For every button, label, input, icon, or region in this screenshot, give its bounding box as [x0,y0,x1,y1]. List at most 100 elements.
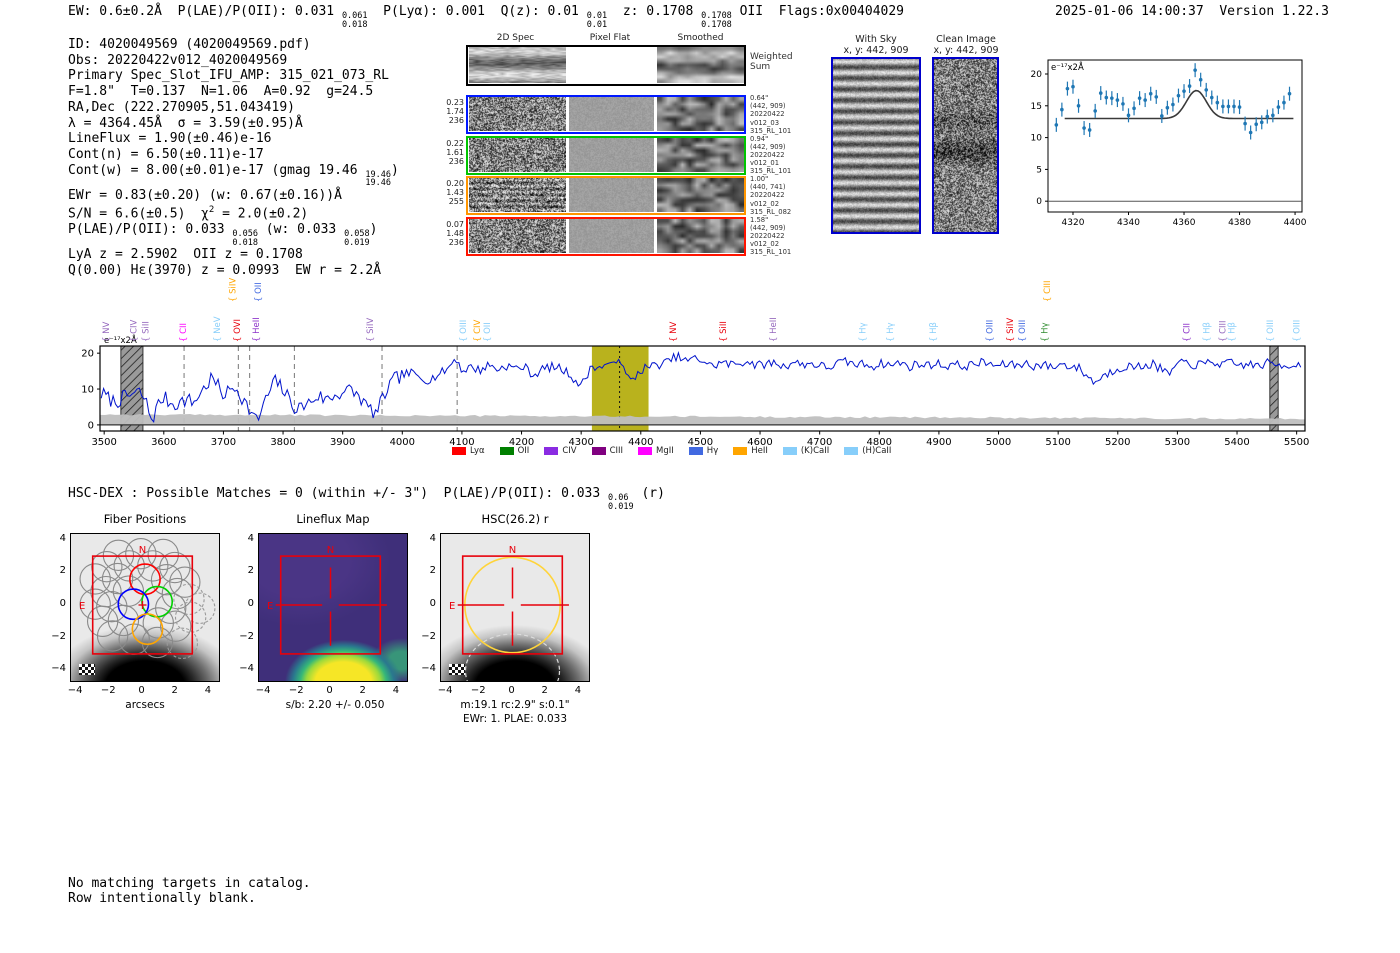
lineflux-xlabel: s/b: 2.20 +/- 0.050 [285,699,385,711]
map-overlay: NE [267,545,387,655]
x-tick-label: 3500 [91,437,116,448]
cutout-row [466,135,746,175]
data-point [1165,105,1170,110]
legend-label: (K)CaII [800,446,830,456]
checker-pixels [449,664,465,675]
data-point [1071,84,1075,89]
north-label: N [139,545,146,556]
fiber-circle [160,610,192,642]
stacked-fraction: 0.056 0.018 [232,229,258,248]
fiber-circle [141,626,174,659]
info-line: λ = 4364.45Å σ = 3.59(±0.95)Å [68,116,458,132]
emission-line-label: { CII [179,323,189,342]
flat-image [569,178,654,212]
info-line: Cont(w) = 8.00(±0.01)e-17 (gmag 19.46 19… [68,163,458,188]
x-tick-label: 4400 [1284,218,1307,228]
weighted-sum-label: Weighted Sum [750,52,793,72]
stacked-fraction: 0.01 0.01 [586,11,608,30]
y-tick-label: 0 [88,420,94,431]
data-point [1104,95,1109,100]
masked-region [1269,345,1279,432]
stacked-fraction: 0.058 0.019 [344,229,370,248]
emission-line-label: { SiII [141,321,151,342]
data-point [1160,114,1164,118]
data-point [1209,95,1214,100]
emission-line-label: { OIII [986,320,996,342]
data-point [1110,96,1114,100]
map-y-tick-label: 2 [247,565,254,577]
lineflux-map: NE [258,533,408,682]
cutout-row-left-label: 0.20 1.43 255 [446,179,464,206]
x-tick-label: 3600 [151,437,176,448]
emission-line-label: { CIII [1043,280,1053,302]
emission-line-label: { OIII [1018,320,1028,342]
emission-line-label: { CII [1182,323,1192,342]
data-point [1254,122,1258,127]
legend-swatch [782,447,797,455]
data-point [1060,107,1064,112]
emission-line-label: { OII [483,322,493,342]
fit-ylabel: e⁻¹⁷x2Å [1051,61,1084,73]
info-block: ID: 4020049569 (4020049569.pdf) Obs: 2022… [68,37,458,279]
text-segment: ) [391,162,399,178]
data-point [1154,95,1159,99]
info-line: EWr = 0.83(±0.20) (w: 0.67(±0.16))Å [68,188,458,204]
cutout-row-left-label: 0.07 1.48 236 [446,219,464,247]
cutout-row-right-label: 1.00" (440, 741) 20220422 v012_02 315_RL… [750,175,792,216]
clean-image [932,57,999,234]
data-point [1248,130,1253,135]
cutout-row-right-label: 1.58" (442, 909) 20220422 v012_02 315_RL… [750,215,792,257]
footer-note-1: No matching targets in catalog. [68,876,311,891]
info-line: Cont(n) = 6.50(±0.11)e-17 [68,147,458,163]
x-tick-label: 5400 [1224,437,1249,448]
info-line: ID: 4020049569 (4020049569.pdf) [68,37,458,53]
smooth-image [657,178,744,212]
text-segment: Primary Spec_Slot_IFU_AMP: 315_021_073_R… [68,68,389,84]
spec-image [469,137,566,172]
legend-swatch [688,447,703,455]
data-point [1132,106,1136,111]
info-line: S/N = 6.6(±0.5) χ2 = 2.0(±0.2) [68,203,458,222]
y-tick-label: 0 [1036,197,1042,207]
data-point [1171,102,1175,107]
east-label: E [79,601,85,612]
data-point [1148,91,1153,96]
hsc-image-panel: NE [440,533,590,682]
x-tick-label: 5500 [1284,437,1309,448]
data-point [1193,68,1197,72]
emission-line-label: { Hβ [1203,322,1213,342]
data-point [1093,109,1097,113]
y-tick-label: 5 [1036,165,1042,175]
x-tick-label: 3800 [270,437,295,448]
map-x-tick-label: −4 [437,685,453,696]
legend-label: MgII [656,446,674,456]
map-x-tick-label: 4 [204,685,212,696]
map-y-tick-label: −4 [421,663,436,675]
smooth-image [657,137,744,172]
x-tick-label: 5100 [1045,437,1070,448]
legend-item: HeII [733,446,768,456]
legend-label: (H)CaII [862,446,892,456]
hsc-panel-title: HSC(26.2) r [481,512,549,526]
text-segment: F=1.8" T=0.137 N=1.06 A=0.92 g=24.5 [68,84,374,100]
x-tick-label: 5200 [1105,437,1130,448]
legend-label: CIII [609,446,624,456]
map-x-tick-label: −2 [288,685,304,696]
cutout-row-left-label: 0.22 1.61 236 [446,138,464,166]
north-label: N [509,545,516,556]
emission-line-label: { HeII [769,317,779,342]
info-line: F=1.8" T=0.137 N=1.06 A=0.92 g=24.5 [68,84,458,100]
data-point [1098,91,1103,95]
fiber-xlabel: arcsecs [125,699,165,711]
text-segment: ID: 4020049569 (4020049569.pdf) [68,37,311,52]
legend-swatch [638,447,653,455]
text-segment: LineFlux = 1.90(±0.46)e-16 [68,131,272,147]
spec-image [469,178,566,212]
stacked-fraction: 0.1708 0.1708 [701,11,732,30]
data-point [1143,98,1147,102]
cutout-row-left-label: 0.23 1.74 236 [446,98,464,125]
header-timestamp: 2025-01-06 14:00:37 Version 1.22.3 [1055,4,1329,19]
emission-line-label: { OIII [459,320,469,342]
clean-image-title: Clean Image x, y: 442, 909 [933,34,999,56]
emission-line-label: { CIV [129,319,139,342]
